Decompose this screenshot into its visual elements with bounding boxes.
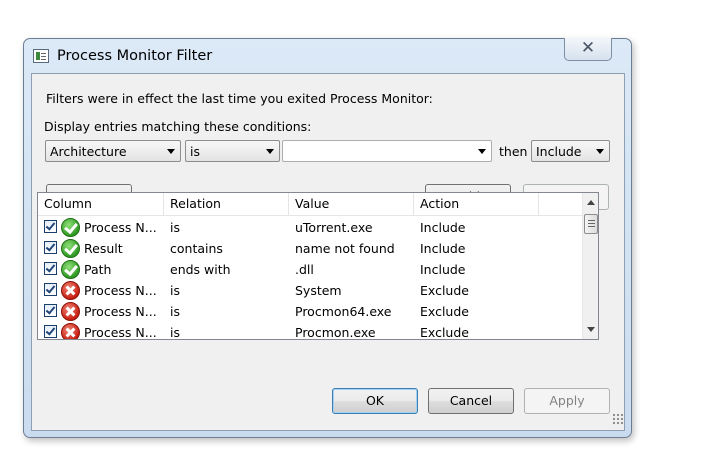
- cell-relation: ends with: [170, 262, 231, 277]
- cell-column: Process N...: [84, 283, 157, 298]
- filter-list[interactable]: Column Relation Value Action Process N..…: [37, 192, 599, 340]
- scroll-down-icon[interactable]: [587, 327, 595, 332]
- check-icon: [61, 239, 80, 258]
- cell-relation: contains: [170, 241, 223, 256]
- conditions-label: Display entries matching these condition…: [44, 119, 312, 134]
- column-select[interactable]: Architecture: [45, 140, 181, 162]
- enabled-checkbox[interactable]: [44, 241, 57, 254]
- table-row[interactable]: Process N... is Procmon64.exe Exclude: [38, 301, 582, 322]
- cell-action: Include: [420, 262, 466, 277]
- table-row[interactable]: Result contains name not found Include: [38, 238, 582, 259]
- cell-action: Exclude: [420, 325, 469, 340]
- table-row[interactable]: Process N... is System Exclude: [38, 280, 582, 301]
- cell-relation: is: [170, 325, 180, 340]
- cell-action: Include: [420, 220, 466, 235]
- relation-select[interactable]: is: [185, 140, 280, 162]
- enabled-checkbox[interactable]: [44, 325, 57, 338]
- scroll-up-icon[interactable]: [587, 200, 595, 205]
- check-icon: [61, 260, 80, 279]
- cross-icon: [61, 323, 80, 339]
- title-bar[interactable]: Process Monitor Filter ✕: [24, 38, 631, 73]
- chevron-down-icon: [167, 149, 175, 154]
- column-select-value: Architecture: [50, 144, 127, 159]
- resize-grip[interactable]: [612, 413, 624, 425]
- relation-select-value: is: [190, 144, 200, 159]
- cell-value: Procmon64.exe: [295, 304, 392, 319]
- value-combo[interactable]: [282, 140, 492, 162]
- cell-action: Exclude: [420, 283, 469, 298]
- column-header-column[interactable]: Column: [38, 193, 164, 215]
- cell-column: Process N...: [84, 220, 157, 235]
- table-row[interactable]: Path ends with .dll Include: [38, 259, 582, 280]
- action-select-value: Include: [536, 144, 582, 159]
- info-text: Filters were in effect the last time you…: [46, 91, 433, 106]
- check-icon: [61, 218, 80, 237]
- app-icon: [33, 49, 49, 63]
- chevron-down-icon: [266, 149, 274, 154]
- cell-relation: is: [170, 220, 180, 235]
- column-header-relation[interactable]: Relation: [164, 193, 289, 215]
- cancel-button[interactable]: Cancel: [428, 388, 514, 414]
- cross-icon: [61, 281, 80, 300]
- enabled-checkbox[interactable]: [44, 283, 57, 296]
- column-header-value[interactable]: Value: [289, 193, 414, 215]
- close-icon: ✕: [580, 38, 596, 58]
- enabled-checkbox[interactable]: [44, 220, 57, 233]
- window-title: Process Monitor Filter: [57, 48, 213, 64]
- column-header-action[interactable]: Action: [414, 193, 539, 215]
- vertical-scrollbar[interactable]: [582, 193, 598, 339]
- cell-value: System: [295, 283, 342, 298]
- cross-icon: [61, 302, 80, 321]
- enabled-checkbox[interactable]: [44, 304, 57, 317]
- table-row[interactable]: Process N... is uTorrent.exe Include: [38, 217, 582, 238]
- scroll-thumb[interactable]: [584, 214, 598, 234]
- cell-value: name not found: [295, 241, 395, 256]
- then-label: then: [499, 144, 528, 159]
- action-select[interactable]: Include: [531, 140, 610, 162]
- close-button[interactable]: ✕: [564, 38, 612, 61]
- enabled-checkbox[interactable]: [44, 262, 57, 275]
- cell-value: Procmon.exe: [295, 325, 376, 340]
- apply-button[interactable]: Apply: [524, 388, 610, 414]
- cell-action: Include: [420, 241, 466, 256]
- cell-column: Result: [84, 241, 123, 256]
- cell-action: Exclude: [420, 304, 469, 319]
- cell-relation: is: [170, 304, 180, 319]
- chevron-down-icon: [596, 149, 604, 154]
- cell-column: Path: [84, 262, 112, 277]
- cell-relation: is: [170, 283, 180, 298]
- cell-value: uTorrent.exe: [295, 220, 373, 235]
- table-row[interactable]: Process N... is Procmon.exe Exclude: [38, 322, 582, 340]
- ok-button[interactable]: OK: [332, 388, 418, 414]
- cell-column: Process N...: [84, 304, 157, 319]
- list-header: Column Relation Value Action: [38, 193, 582, 216]
- cell-value: .dll: [295, 262, 314, 277]
- chevron-down-icon: [478, 149, 486, 154]
- cell-column: Process N...: [84, 325, 157, 340]
